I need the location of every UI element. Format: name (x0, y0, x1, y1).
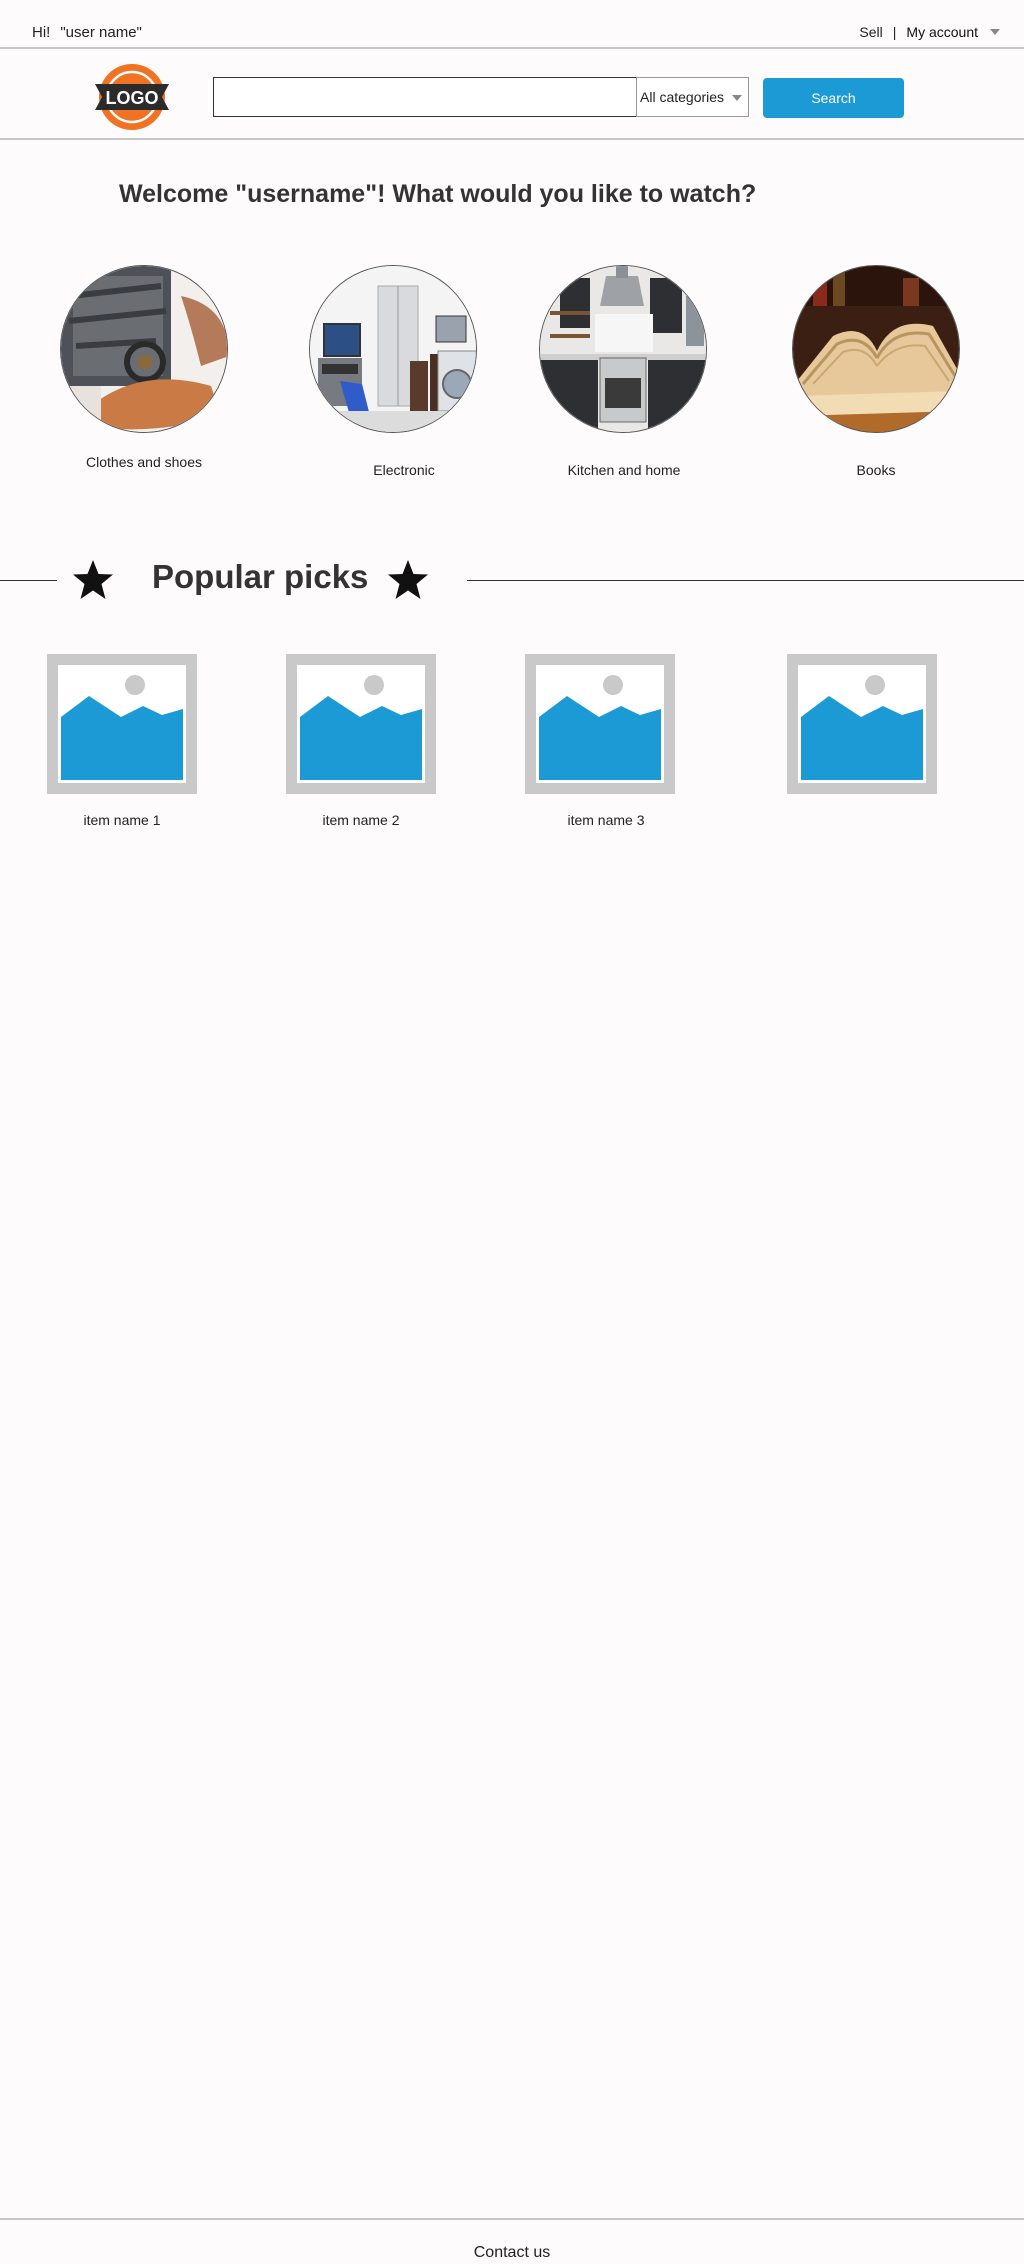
item-name-3[interactable]: item name 3 (531, 812, 681, 828)
top-divider (0, 47, 1024, 49)
greeting-text: Hi! (32, 24, 51, 41)
search-input[interactable] (213, 77, 637, 117)
chevron-down-icon (732, 95, 742, 101)
category-select-value: All categories (640, 89, 725, 105)
welcome-heading: Welcome "username"! What would you like … (119, 180, 757, 208)
category-label-kitchen[interactable]: Kitchen and home (524, 462, 724, 478)
username-text: "user name" (60, 24, 142, 41)
category-label-clothes[interactable]: Clothes and shoes (44, 454, 244, 470)
category-kitchen-image[interactable] (539, 265, 707, 433)
section-divider-right (467, 580, 1024, 581)
popular-picks-heading: Popular picks (152, 558, 369, 595)
item-image-placeholder-icon[interactable] (286, 654, 436, 794)
sell-link[interactable]: Sell (859, 24, 882, 40)
star-icon (73, 560, 113, 599)
item-name-2[interactable]: item name 2 (286, 812, 436, 828)
my-account-menu[interactable]: My account (906, 24, 978, 40)
category-select[interactable]: All categories (636, 77, 749, 117)
category-clothes-image[interactable] (60, 265, 228, 433)
top-right-nav: Sell | My account (859, 24, 1000, 40)
contact-us-link[interactable]: Contact us (0, 2244, 1024, 2262)
footer-divider (0, 2218, 1024, 2220)
category-books-image[interactable] (792, 265, 960, 433)
item-name-1[interactable]: item name 1 (47, 812, 197, 828)
item-image-placeholder-icon[interactable] (525, 654, 675, 794)
logo-text: LOGO (106, 88, 159, 108)
logo[interactable]: LOGO (92, 62, 172, 132)
item-image-placeholder-icon[interactable] (47, 654, 197, 794)
search-button[interactable]: Search (763, 78, 904, 118)
nav-separator: | (892, 24, 897, 40)
greeting: Hi! "user name" (32, 24, 142, 41)
category-electronic-image[interactable] (309, 265, 477, 433)
category-label-electronic[interactable]: Electronic (304, 462, 504, 478)
section-divider-left (0, 580, 57, 581)
item-image-placeholder-icon[interactable] (787, 654, 937, 794)
header-divider (0, 138, 1024, 140)
chevron-down-icon[interactable] (990, 29, 1000, 35)
star-icon (388, 560, 428, 599)
category-label-books[interactable]: Books (776, 462, 976, 478)
